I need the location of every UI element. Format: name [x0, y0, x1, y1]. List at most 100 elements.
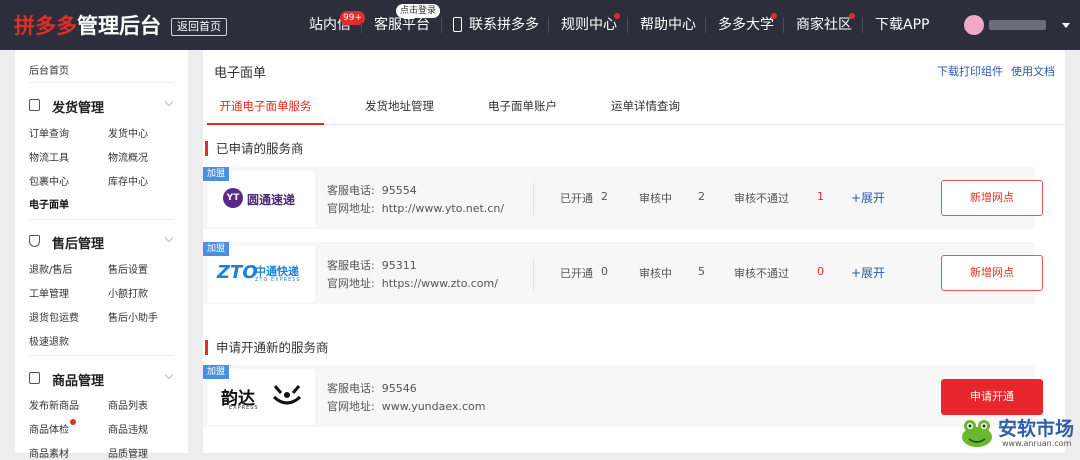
- stat-review-label: 审核中: [639, 192, 672, 205]
- phone-label: 客服电话:: [327, 259, 375, 272]
- stat-rejected-label: 审核不通过: [734, 267, 789, 280]
- watermark-text: 安软市场: [998, 418, 1075, 440]
- nav-divider: [627, 17, 628, 33]
- sidebar-item-shipping-center[interactable]: 发货中心: [108, 125, 148, 140]
- expand-link[interactable]: +展开: [851, 189, 885, 206]
- site-line: 官网地址: www.yundaex.com: [327, 398, 485, 415]
- sidebar-item-return-shipping[interactable]: 退货包运费: [29, 309, 79, 324]
- tab-shipping-address[interactable]: 发货地址管理: [365, 94, 434, 125]
- sidebar-item-order-query[interactable]: 订单查询: [29, 125, 69, 140]
- shield-icon: [29, 235, 40, 247]
- stat-review-value: 5: [698, 265, 705, 278]
- sidebar-item-new-product[interactable]: 发布新商品: [29, 397, 79, 412]
- main-panel: 电子面单 下载打印组件 使用文档 开通电子面单服务 发货地址管理 电子面单账户 运…: [203, 50, 1065, 453]
- section-title-new: 申请开通新的服务商: [205, 340, 329, 355]
- sidebar-item-work-orders[interactable]: 工单管理: [29, 285, 69, 300]
- sidebar-item-e-waybill[interactable]: 电子面单: [29, 196, 69, 211]
- sidebar-group-after-sales[interactable]: 售后管理: [52, 233, 104, 252]
- site-value[interactable]: http://www.yto.net.cn/: [382, 202, 504, 215]
- franchise-badge: 加盟: [203, 365, 230, 379]
- yunda-logo-icon: [272, 385, 302, 405]
- tab-waybill-query[interactable]: 运单详情查询: [611, 94, 680, 125]
- avatar[interactable]: [964, 15, 984, 35]
- site-value[interactable]: www.yundaex.com: [382, 400, 486, 413]
- sidebar-item-fast-refund[interactable]: 极速退款: [29, 333, 69, 348]
- sidebar-item-product-violations[interactable]: 商品违规: [108, 421, 148, 436]
- top-navigation-bar: 拼多多管理后台 返回首页 站内信 99+ 客服平台 点击登录 联系拼多多 规则中…: [0, 0, 1080, 50]
- watermark: 安软市场 www.anruan.com: [960, 413, 1080, 453]
- sidebar-item-after-sales-assistant[interactable]: 售后小助手: [108, 309, 158, 324]
- sidebar-item-refunds[interactable]: 退款/售后: [29, 261, 72, 276]
- phone-icon: [453, 17, 462, 32]
- sidebar-item-small-payments[interactable]: 小额打款: [108, 285, 148, 300]
- carrier-logo-sub: ZTO EXPRESS: [255, 277, 301, 283]
- page-title: 电子面单: [214, 66, 267, 81]
- nav-download-app[interactable]: 下载APP: [875, 0, 929, 50]
- sidebar-group-products[interactable]: 商品管理: [52, 370, 104, 389]
- site-label: 官网地址:: [327, 277, 375, 290]
- nav-help-center[interactable]: 帮助中心: [640, 0, 696, 50]
- stat-open-value: 0: [601, 265, 608, 278]
- add-outlet-button[interactable]: 新增网点: [941, 180, 1043, 216]
- stat-review-value: 2: [698, 190, 705, 203]
- chevron-down-icon[interactable]: [164, 97, 174, 107]
- sidebar-item-after-sales-settings[interactable]: 售后设置: [108, 261, 148, 276]
- section-title-applied: 已申请的服务商: [205, 141, 304, 156]
- tab-bar: 开通电子面单服务 发货地址管理 电子面单账户 运单详情查询: [203, 94, 1065, 125]
- chevron-down-icon[interactable]: [164, 370, 174, 380]
- sidebar-group-shipping[interactable]: 发货管理: [52, 97, 104, 116]
- download-print-plugin-link[interactable]: 下载打印组件: [937, 65, 1003, 78]
- stat-open-value: 2: [601, 190, 608, 203]
- nav-divider: [441, 17, 442, 33]
- divider: [533, 258, 534, 290]
- chevron-down-icon[interactable]: [1062, 23, 1070, 28]
- site-label: 官网地址:: [327, 202, 375, 215]
- apply-open-button[interactable]: 申请开通: [941, 379, 1043, 415]
- zto-logo-mark: ZTO: [217, 262, 258, 283]
- site-label: 官网地址:: [327, 400, 375, 413]
- add-outlet-button[interactable]: 新增网点: [941, 255, 1043, 291]
- sidebar-item-logistics-tools[interactable]: 物流工具: [29, 149, 69, 164]
- nav-divider: [705, 17, 706, 33]
- nav-rules-center[interactable]: 规则中心: [561, 0, 617, 50]
- top-links: 下载打印组件 使用文档: [929, 63, 1055, 79]
- phone-label: 客服电话:: [327, 382, 375, 395]
- site-value[interactable]: https://www.zto.com/: [382, 277, 498, 290]
- sidebar-item-home[interactable]: 后台首页: [29, 62, 69, 77]
- sidebar-item-product-list[interactable]: 商品列表: [108, 397, 148, 412]
- nav-divider: [862, 17, 863, 33]
- site-line: 官网地址: http://www.yto.net.cn/: [327, 200, 504, 217]
- frog-logo-icon: [962, 420, 992, 447]
- expand-link[interactable]: +展开: [851, 264, 885, 281]
- sidebar-item-inventory-center[interactable]: 库存中心: [108, 173, 148, 188]
- sidebar-item-logistics-overview[interactable]: 物流概况: [108, 149, 148, 164]
- login-hint-badge: 点击登录: [396, 4, 441, 18]
- sidebar-item-package-center[interactable]: 包裹中心: [29, 173, 69, 188]
- usage-docs-link[interactable]: 使用文档: [1011, 65, 1055, 78]
- phone-line: 客服电话: 95546: [327, 380, 417, 397]
- stat-rejected-value: 1: [817, 190, 824, 203]
- site-line: 官网地址: https://www.zto.com/: [327, 275, 498, 292]
- nav-divider: [361, 17, 362, 33]
- carrier-card-zto: ZTO 中通快递 ZTO EXPRESS 加盟 客服电话: 95311 官网地址…: [203, 242, 1043, 304]
- tab-waybill-account[interactable]: 电子面单账户: [488, 94, 557, 125]
- nav-merchant-community[interactable]: 商家社区: [796, 0, 852, 50]
- nav-inbox[interactable]: 站内信: [309, 0, 351, 50]
- phone-value: 95311: [381, 259, 417, 272]
- tab-open-service[interactable]: 开通电子面单服务: [207, 94, 324, 125]
- back-home-button[interactable]: 返回首页: [171, 18, 227, 36]
- nav-duoduo-university[interactable]: 多多大学: [718, 0, 774, 50]
- phone-line: 客服电话: 95311: [327, 257, 417, 274]
- notification-dot: [849, 13, 855, 19]
- notification-dot: [70, 419, 76, 425]
- yto-logo-icon: YT: [223, 188, 243, 208]
- carrier-card-yto: YT 圆通速递 加盟 客服电话: 95554 官网地址: http://www.…: [203, 167, 1043, 229]
- divider: [29, 82, 174, 83]
- divider: [29, 355, 174, 356]
- document-icon: [29, 99, 40, 111]
- chevron-down-icon[interactable]: [164, 233, 174, 243]
- logo[interactable]: 拼多多管理后台: [14, 12, 161, 40]
- username-redacted[interactable]: [989, 20, 1046, 30]
- nav-contact-pdd[interactable]: 联系拼多多: [469, 0, 539, 50]
- sidebar-item-product-checkup[interactable]: 商品体检: [29, 421, 69, 436]
